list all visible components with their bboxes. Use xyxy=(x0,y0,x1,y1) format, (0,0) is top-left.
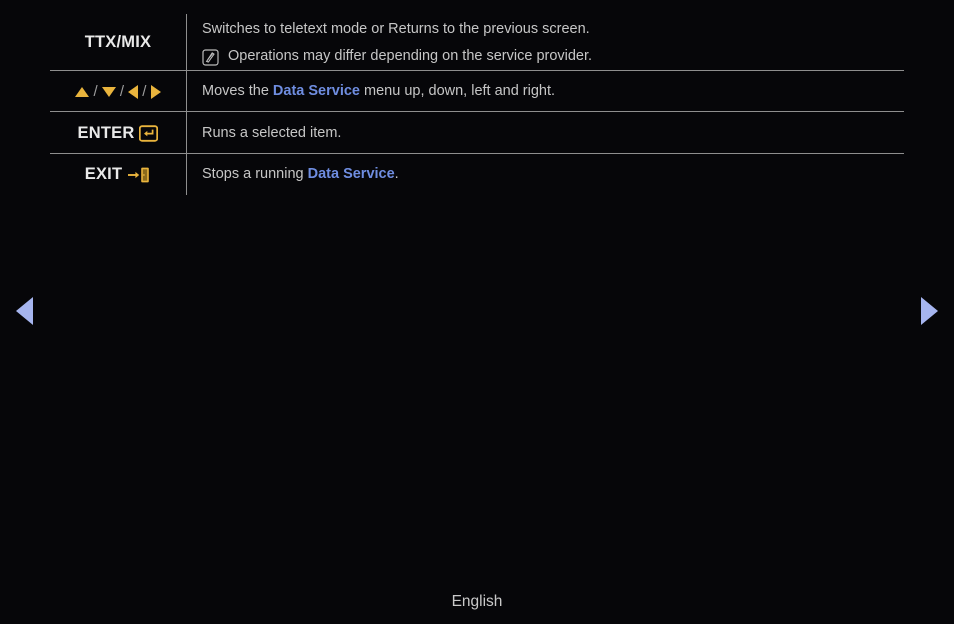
description-cell: Switches to teletext mode or Returns to … xyxy=(187,14,904,71)
key-cell-enter: ENTER xyxy=(50,112,187,154)
key-label: EXIT xyxy=(84,165,123,183)
description-cell: Runs a selected item. xyxy=(187,112,904,154)
key-label: TTX/MIX xyxy=(84,33,152,51)
data-service-highlight: Data Service xyxy=(272,83,360,99)
key-label: ENTER xyxy=(77,123,135,142)
manual-page: TTX/MIX Switches to teletext mode or Ret… xyxy=(0,0,954,624)
key-cell-direction-arrows: / / / xyxy=(50,71,187,112)
triangle-left-icon xyxy=(128,84,139,99)
enter-key-group: ENTER xyxy=(78,124,159,143)
key-cell-exit: EXIT xyxy=(50,154,187,195)
table-row: TTX/MIX Switches to teletext mode or Ret… xyxy=(50,14,904,71)
description-text-part: Moves the xyxy=(202,83,273,99)
exit-arrow-door-icon xyxy=(127,166,151,184)
separator-slash: / xyxy=(119,83,125,100)
description-line: Runs a selected item. xyxy=(202,125,904,142)
table-row: ENTER Runs a selected item. xyxy=(50,112,904,154)
note-text: Operations may differ depending on the s… xyxy=(228,47,593,64)
table-row: EXIT Stops a running Data Service. xyxy=(50,154,904,195)
description-text-part: . xyxy=(394,166,399,182)
triangle-right-icon xyxy=(150,84,161,99)
note-icon xyxy=(202,48,219,66)
note-line: Operations may differ depending on the s… xyxy=(202,47,904,66)
description-line: Moves the Data Service menu up, down, le… xyxy=(202,83,904,100)
description-line: Stops a running Data Service. xyxy=(202,166,904,183)
description-text-part: Stops a running xyxy=(202,166,308,182)
description-cell: Stops a running Data Service. xyxy=(187,154,904,195)
direction-arrow-group: / / / xyxy=(75,83,161,100)
description-text-part: menu up, down, left and right. xyxy=(359,83,556,99)
data-service-highlight: Data Service xyxy=(307,166,395,182)
key-cell-ttx-mix: TTX/MIX xyxy=(50,14,187,71)
previous-page-button[interactable] xyxy=(16,297,33,325)
description-line: Switches to teletext mode or Returns to … xyxy=(202,21,904,38)
enter-return-icon xyxy=(139,124,159,142)
table-row: / / / Moves the Data Service menu up, do… xyxy=(50,71,904,112)
separator-slash: / xyxy=(93,83,98,100)
footer-language-label: English xyxy=(451,593,503,610)
separator-slash: / xyxy=(142,83,147,100)
next-page-button[interactable] xyxy=(921,297,938,325)
exit-key-group: EXIT xyxy=(85,165,151,184)
description-text: Runs a selected item. xyxy=(202,124,342,141)
triangle-down-icon xyxy=(101,86,116,97)
description-text: Switches to teletext mode or Returns to … xyxy=(202,20,590,37)
description-cell: Moves the Data Service menu up, down, le… xyxy=(187,71,904,112)
triangle-up-icon xyxy=(75,86,90,97)
